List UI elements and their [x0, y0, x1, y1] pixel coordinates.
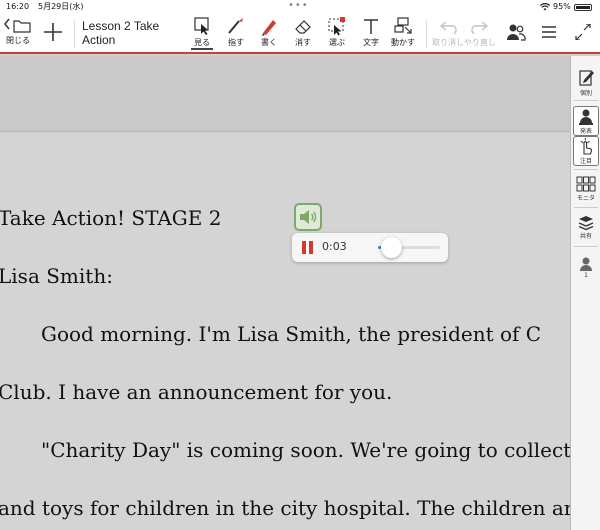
participants-button[interactable] — [505, 22, 527, 42]
toolbar: 閉じる Lesson 2 Take Action 見る 指す 書く 消す 選ぶ … — [0, 14, 600, 54]
tool-undo-redo-label: 取り消しやり直し — [432, 38, 496, 47]
sidebar-divider — [574, 100, 598, 101]
sidebar-divider — [574, 246, 598, 247]
tool-text[interactable]: 文字 — [360, 16, 382, 48]
document-title: Lesson 2 Take Action — [82, 19, 160, 47]
audio-progress-thumb[interactable] — [381, 237, 403, 258]
tool-select[interactable]: 選ぶ — [326, 16, 348, 48]
sidebar-item-users[interactable]: 1 — [573, 256, 599, 279]
text-line: Good morning. I'm Lisa Smith, the presid… — [41, 322, 542, 346]
presenter-icon — [579, 109, 593, 125]
text-icon — [364, 19, 378, 34]
status-time: 16:20 — [6, 2, 30, 11]
tool-point-label: 指す — [228, 38, 244, 47]
tool-write[interactable]: 書く — [258, 16, 280, 48]
eraser-icon — [295, 20, 311, 34]
tool-erase-label: 消す — [295, 38, 311, 47]
close-label: 閉じる — [6, 36, 30, 45]
undo-redo-icon — [439, 21, 489, 35]
menu-button[interactable] — [540, 24, 558, 40]
status-date: 5月29日(水) — [38, 2, 84, 11]
tool-move[interactable]: 動かす — [391, 16, 415, 48]
sidebar-item-label: 注目 — [579, 158, 592, 165]
note-edit-icon — [579, 70, 594, 86]
hand-point-icon — [580, 138, 593, 155]
text-line-speaker: Lisa Smith: — [0, 264, 113, 288]
audio-speaker-button[interactable] — [294, 203, 322, 231]
battery-percent: 95% — [553, 2, 571, 11]
select-icon — [328, 17, 345, 36]
pause-icon[interactable] — [302, 241, 313, 254]
sidebar-item-label: 共有 — [579, 233, 592, 240]
wifi-icon — [540, 3, 550, 11]
sidebar-item-label: 個別 — [579, 90, 592, 97]
sidebar-item-share[interactable]: 共有 — [573, 213, 599, 240]
text-line: "Charity Day" is coming soon. We're goin… — [41, 438, 570, 462]
sidebar-divider — [574, 207, 598, 208]
share-stack-icon — [578, 216, 594, 231]
tool-select-label: 選ぶ — [329, 38, 345, 47]
folder-back-icon — [4, 18, 31, 33]
fullscreen-button[interactable] — [574, 24, 592, 40]
move-icon — [394, 17, 412, 34]
people-icon — [507, 24, 526, 41]
tool-undo-redo[interactable]: 取り消しやり直し — [432, 16, 496, 48]
tool-view-label: 見る — [191, 37, 213, 50]
expand-arrows-icon — [575, 24, 591, 40]
text-line: Club. I have an announcement for you. — [0, 380, 393, 404]
pen-icon — [262, 20, 276, 36]
tool-write-label: 書く — [261, 38, 277, 47]
tool-text-label: 文字 — [363, 38, 379, 47]
tool-move-label: 動かす — [391, 38, 415, 47]
document-page[interactable]: Take Action! STAGE 2 Lisa Smith: Good mo… — [0, 133, 570, 530]
plus-icon — [44, 23, 62, 41]
speaker-icon — [300, 210, 317, 224]
audio-player: 0:03 — [292, 233, 448, 262]
sidebar-item-monitor[interactable]: モニタ — [573, 175, 599, 202]
sidebar-divider — [574, 169, 598, 170]
add-button[interactable] — [42, 21, 64, 43]
sidebar-item-label: 発表 — [579, 128, 592, 135]
tool-view[interactable]: 見る — [191, 16, 213, 50]
user-icon — [580, 257, 592, 271]
page-gap-area — [0, 56, 570, 132]
toolbar-divider — [74, 20, 75, 48]
pointer-icon — [228, 18, 243, 34]
right-sidebar: 個別 発表 注目 モニタ 共有 1 — [570, 56, 600, 530]
sidebar-item-individual[interactable]: 個別 — [573, 68, 599, 97]
multitask-dots-icon[interactable]: ••• — [288, 0, 309, 12]
tool-erase[interactable]: 消す — [292, 16, 314, 48]
sidebar-item-attention[interactable]: 注目 — [573, 136, 599, 166]
view-cursor-icon — [194, 17, 209, 35]
close-button[interactable]: 閉じる — [4, 16, 32, 46]
sidebar-item-label: モニタ — [576, 195, 595, 202]
battery-icon — [574, 4, 592, 11]
hamburger-menu-icon — [542, 26, 556, 38]
toolbar-divider — [426, 20, 427, 48]
text-line-heading: Take Action! STAGE 2 — [0, 206, 222, 230]
sidebar-user-count: 1 — [584, 272, 588, 279]
audio-elapsed-time: 0:03 — [322, 240, 347, 253]
text-line: and toys for children in the city hospit… — [0, 496, 570, 520]
monitor-grid-icon — [576, 176, 596, 192]
status-bar: 16:20 5月29日(水) ••• 95% — [0, 0, 600, 14]
tool-point[interactable]: 指す — [225, 16, 247, 48]
sidebar-item-present[interactable]: 発表 — [573, 106, 599, 136]
